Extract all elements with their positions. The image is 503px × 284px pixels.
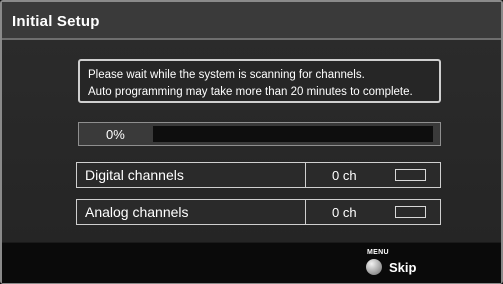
analog-channels-label: Analog channels (85, 204, 189, 220)
scan-message-line-2: Auto programming may take more than 20 m… (88, 86, 413, 98)
row-divider (305, 163, 306, 187)
progress-bar-track (153, 126, 433, 142)
scan-panel: Please wait while the system is scanning… (2, 40, 501, 242)
skip-label: Skip (389, 260, 417, 275)
digital-channels-row: Digital channels 0 ch (76, 162, 441, 188)
scan-message-line-1: Please wait while the system is scanning… (88, 69, 365, 81)
title-bar: Initial Setup (2, 2, 501, 40)
initial-setup-screen: Initial Setup Please wait while the syst… (0, 0, 503, 284)
menu-key-label: MENU (367, 249, 389, 256)
digital-channels-label: Digital channels (85, 167, 184, 183)
digital-channels-indicator (395, 169, 426, 181)
skip-button[interactable]: MENU Skip (365, 249, 445, 279)
progress-percent: 0% (106, 127, 125, 142)
analog-channels-indicator (395, 206, 426, 218)
digital-channels-count: 0 ch (332, 168, 357, 183)
menu-round-button-icon (366, 259, 382, 275)
analog-channels-row: Analog channels 0 ch (76, 199, 441, 225)
scan-message-box: Please wait while the system is scanning… (78, 59, 441, 103)
footer-bar: MENU Skip (2, 242, 501, 283)
scan-progress: 0% (78, 122, 441, 146)
screen-title: Initial Setup (12, 13, 100, 30)
analog-channels-count: 0 ch (332, 205, 357, 220)
row-divider (305, 200, 306, 224)
